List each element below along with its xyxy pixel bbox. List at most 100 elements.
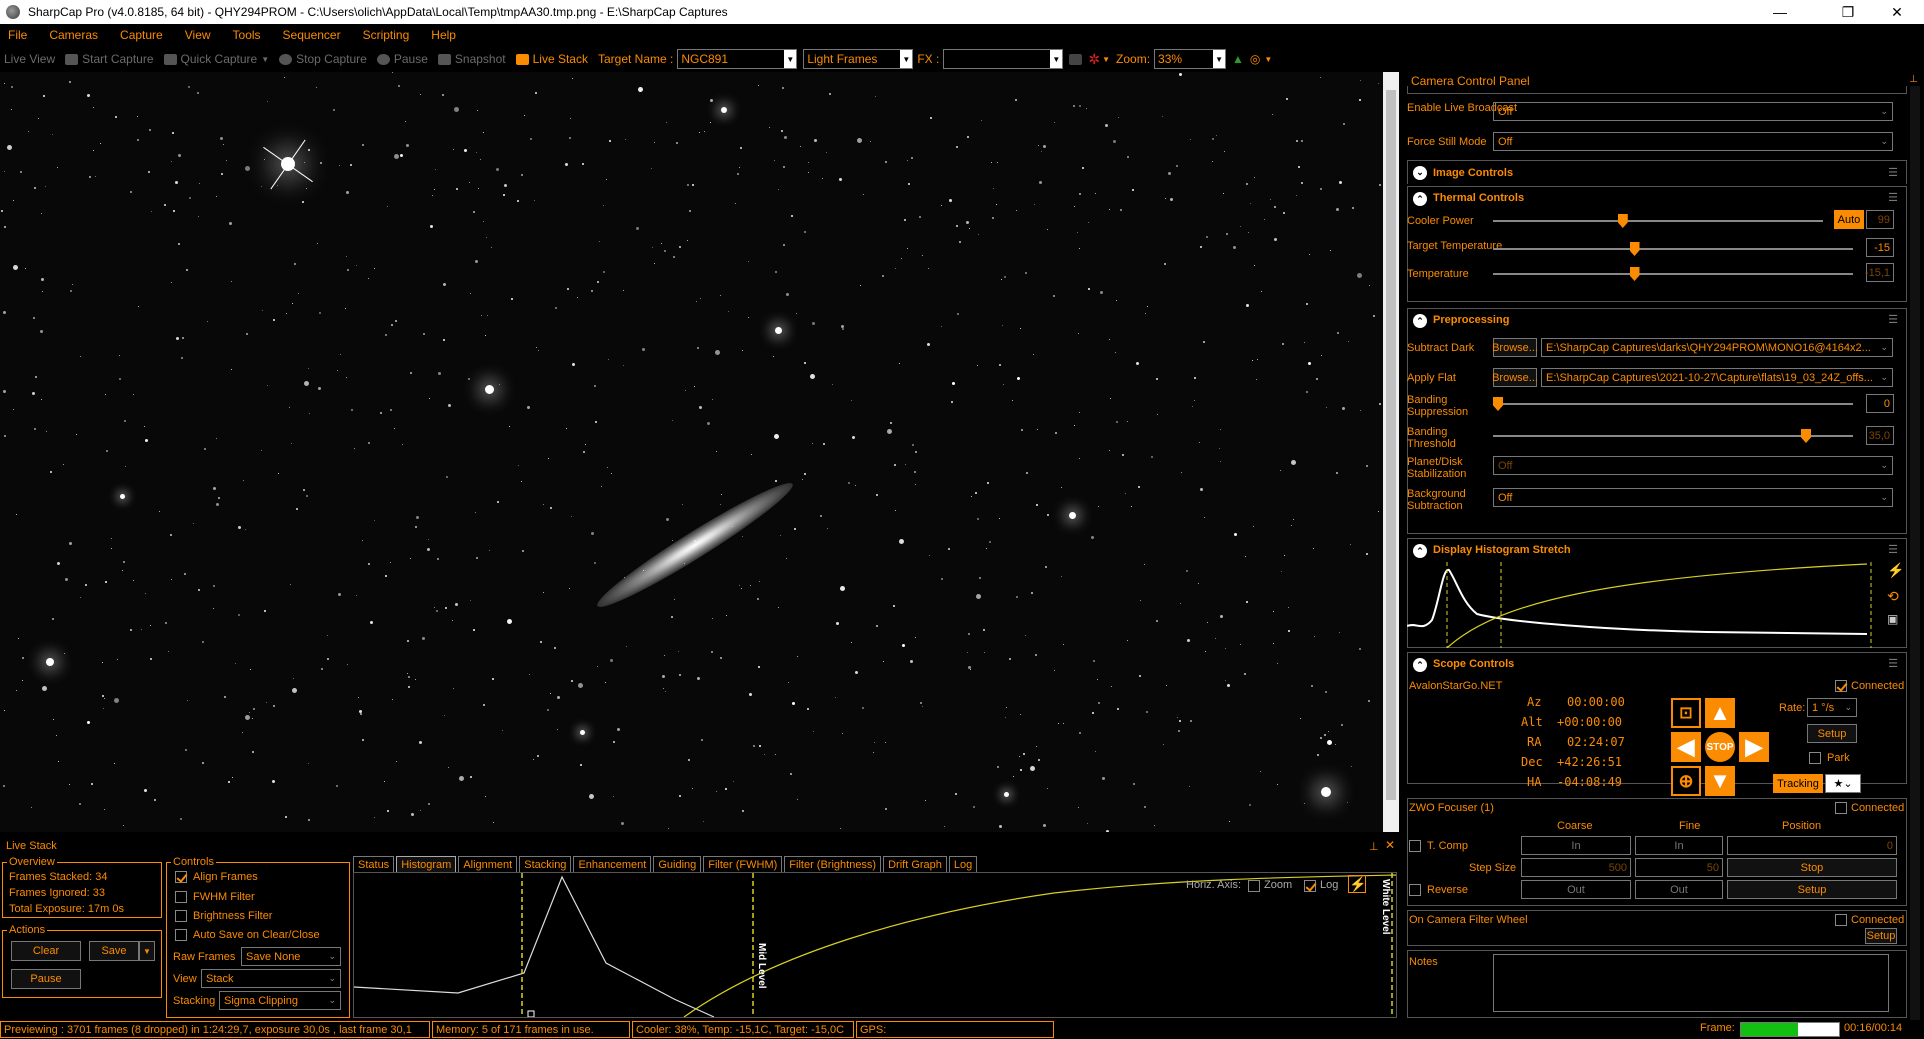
pin-icon[interactable]: ⊥ [1909, 74, 1918, 85]
tab-drift-graph[interactable]: Drift Graph [883, 856, 947, 872]
fine-in-button[interactable]: In [1635, 836, 1723, 855]
live-view-button[interactable]: Live View [4, 52, 55, 66]
image-viewer[interactable] [0, 72, 1383, 832]
stop-slew-button[interactable]: STOP [1705, 732, 1735, 762]
arrow-down-icon[interactable]: ▼ [1705, 766, 1735, 796]
banding-suppression-slider[interactable] [1493, 397, 1853, 411]
focus-icon[interactable]: ◎ [1250, 52, 1260, 66]
slew-home-icon[interactable]: ⊡ [1671, 698, 1701, 728]
chevron-down-icon[interactable]: ▼ [1264, 55, 1272, 64]
menu-icon[interactable]: ☰ [1888, 543, 1898, 556]
image-scrollbar[interactable] [1383, 72, 1399, 832]
tracking-button[interactable]: Tracking [1773, 774, 1823, 793]
auto-stretch-icon[interactable]: ⚡ [1887, 562, 1904, 579]
pin-icon[interactable]: ⊥ [1369, 840, 1379, 853]
quick-capture-button[interactable]: Quick Capture ▼ [163, 52, 269, 66]
stack-histogram-graph[interactable] [353, 873, 1397, 1018]
cooler-auto-button[interactable]: Auto [1834, 210, 1864, 229]
planet-disk-select[interactable]: Off ⌄ [1493, 456, 1893, 475]
enable-live-broadcast-select[interactable]: Off ⌄ [1493, 102, 1893, 121]
raw-frames-select[interactable]: Save None ⌄ [241, 947, 341, 966]
target-temperature-slider[interactable] [1493, 242, 1853, 256]
focuser-connected-checkbox[interactable] [1835, 802, 1847, 814]
tab-guiding[interactable]: Guiding [653, 856, 702, 872]
view-select[interactable]: Stack ⌄ [201, 969, 341, 988]
target-icon[interactable]: ⊕ [1671, 766, 1701, 796]
reverse-checkbox[interactable] [1409, 884, 1421, 896]
tab-filter-brightness[interactable]: Filter (Brightness) [784, 856, 882, 872]
auto-save-checkbox[interactable] [175, 929, 187, 941]
chevron-down-icon[interactable]: ▼ [139, 941, 155, 961]
menu-capture[interactable]: Capture [120, 28, 163, 42]
pause-button[interactable]: Pause [376, 52, 428, 66]
arrow-left-icon[interactable]: ◀ [1671, 732, 1701, 762]
tab-alignment[interactable]: Alignment [458, 856, 518, 872]
clear-button[interactable]: Clear [11, 941, 81, 961]
snapshot-button[interactable]: Snapshot [437, 52, 506, 66]
force-still-mode-select[interactable]: Off ⌄ [1493, 132, 1893, 151]
close-icon[interactable]: ✕ [1385, 838, 1395, 852]
park-checkbox[interactable] [1809, 752, 1821, 764]
position-value[interactable]: 0 [1727, 836, 1897, 855]
rate-select[interactable]: 1 °/s ⌄ [1807, 698, 1857, 717]
fine-out-button[interactable]: Out [1635, 880, 1723, 899]
menu-help[interactable]: Help [431, 28, 456, 42]
coarse-step-value[interactable]: 500 [1521, 858, 1631, 877]
notes-textarea[interactable] [1493, 954, 1889, 1012]
tab-enhancement[interactable]: Enhancement [573, 856, 652, 872]
banding-threshold-value[interactable]: 35,0 [1866, 426, 1894, 445]
stacking-select[interactable]: Sigma Clipping ⌄ [219, 991, 341, 1010]
tab-stacking[interactable]: Stacking [519, 856, 572, 872]
banding-threshold-slider[interactable] [1493, 429, 1853, 443]
log-checkbox[interactable] [1304, 880, 1316, 892]
menu-sequencer[interactable]: Sequencer [283, 28, 341, 42]
start-capture-button[interactable]: Start Capture [65, 52, 154, 66]
menu-icon[interactable]: ☰ [1888, 657, 1898, 670]
panel-scrollbar[interactable] [1910, 86, 1920, 1030]
subtract-dark-browse-button[interactable]: Browse... [1492, 338, 1538, 357]
focuser-setup-button[interactable]: Setup [1727, 880, 1897, 899]
menu-icon[interactable]: ☰ [1888, 191, 1898, 204]
apply-flat-select[interactable]: E:\SharpCap Captures\2021-10-27\Capture\… [1541, 368, 1893, 387]
fine-step-value[interactable]: 50 [1635, 858, 1723, 877]
menu-file[interactable]: File [8, 28, 27, 42]
filter-wheel-setup-button[interactable]: Setup [1865, 928, 1897, 944]
filter-wheel-connected-checkbox[interactable] [1835, 914, 1847, 926]
chevron-up-icon[interactable]: ⌃ [1413, 192, 1427, 206]
reticle-icon[interactable]: ✲ [1088, 51, 1100, 68]
background-subtraction-select[interactable]: Off ⌄ [1493, 488, 1893, 507]
tab-filter-fwhm[interactable]: Filter (FWHM) [703, 856, 783, 872]
reset-icon[interactable]: ⟲ [1887, 588, 1899, 605]
grid-icon[interactable] [1069, 53, 1083, 65]
tab-status[interactable]: Status [353, 856, 395, 872]
target-temperature-value[interactable]: -15 [1866, 238, 1894, 257]
live-stack-button[interactable]: Live Stack [515, 52, 588, 66]
close-button[interactable]: ✕ [1874, 0, 1920, 24]
image-controls-header[interactable]: ⌄ Image Controls ☰ [1407, 160, 1907, 184]
save-button[interactable]: Save [89, 941, 139, 961]
banding-suppression-value[interactable]: 0 [1866, 394, 1894, 413]
scope-connected-checkbox[interactable] [1835, 680, 1847, 692]
menu-scripting[interactable]: Scripting [363, 28, 410, 42]
chevron-down-icon[interactable]: ▼ [1050, 50, 1063, 68]
histogram-icon[interactable]: ▲ [1232, 52, 1244, 66]
fwhm-filter-checkbox[interactable] [175, 891, 187, 903]
chevron-up-icon[interactable]: ⌃ [1413, 658, 1427, 672]
brightness-filter-checkbox[interactable] [175, 910, 187, 922]
menu-tools[interactable]: Tools [233, 28, 261, 42]
chevron-down-icon[interactable]: ▼ [1213, 50, 1226, 68]
minimize-button[interactable]: — [1757, 0, 1803, 24]
pause-stack-button[interactable]: Pause [11, 969, 81, 989]
target-name-input[interactable]: NGC891 ▼ [677, 49, 798, 69]
frame-type-select[interactable]: Light Frames ▼ [803, 49, 914, 69]
scope-setup-button[interactable]: Setup [1807, 724, 1857, 743]
chevron-down-icon[interactable]: ▼ [1102, 55, 1110, 64]
align-frames-checkbox[interactable] [175, 871, 187, 883]
chevron-down-icon[interactable]: ▼ [784, 50, 797, 68]
subtract-dark-select[interactable]: E:\SharpCap Captures\darks\QHY294PROM\MO… [1541, 338, 1893, 357]
menu-icon[interactable]: ☰ [1888, 166, 1898, 179]
chevron-up-icon[interactable]: ⌃ [1413, 314, 1427, 328]
stretch-histogram-graph[interactable] [1407, 562, 1877, 648]
scrollbar-thumb[interactable] [1386, 90, 1396, 800]
menu-cameras[interactable]: Cameras [49, 28, 98, 42]
